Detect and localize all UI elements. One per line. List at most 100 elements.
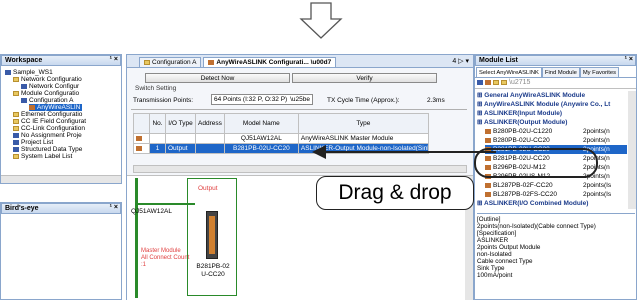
module-item[interactable]: BL287PB-02FS-CC20 2points(Is xyxy=(485,190,627,199)
module-icon xyxy=(485,128,491,134)
description-line: [Specification] xyxy=(477,230,517,237)
module-item-points: 2points(n xyxy=(583,128,610,135)
module-item[interactable]: BL287PB-02F-CC20 2points(Is xyxy=(485,181,627,190)
tab-my-favorites[interactable]: My Favorites xyxy=(579,67,620,77)
tab-nav-controls[interactable]: 4 ▷ ▾ xyxy=(452,57,469,65)
transmission-select[interactable]: 64 Points (I:32 P, O:32 P) \u25be xyxy=(211,94,313,105)
config-tab-icon xyxy=(144,59,150,65)
tree-item-module-config[interactable]: Module Configuratio xyxy=(13,90,79,97)
sort-icon[interactable] xyxy=(477,79,483,85)
expand-icon[interactable]: ⊞ xyxy=(477,110,484,117)
module-item-name: ASLINKER(I/O Combined Module) xyxy=(484,200,589,207)
description-line: non-Isolated xyxy=(477,251,512,258)
output-module-box[interactable]: Output B281PB-02 U-CC20 xyxy=(187,178,237,296)
description-line: 2points Output Module xyxy=(477,244,541,251)
workspace-hscrollbar[interactable] xyxy=(1,175,121,183)
col-no: No. xyxy=(149,113,166,134)
workspace-panel: Workspace ¹ × Sample_WS1 Network Configur… xyxy=(0,54,122,184)
module-item-name: BL287PB-02F-CC20 xyxy=(493,182,553,189)
tree-item-ethernet[interactable]: Ethernet Configuratio xyxy=(13,111,82,118)
collapse-icon[interactable] xyxy=(501,79,507,85)
tree-item-network-config-sub[interactable]: Network Configur xyxy=(21,83,79,90)
drag-arrow-icon xyxy=(312,145,496,159)
tree-item-ccie[interactable]: CC IE Field Configurat xyxy=(13,118,86,125)
description-line: 2points(non-Isolated)(Cable connect Type… xyxy=(477,223,596,230)
expand-icon[interactable] xyxy=(493,79,499,85)
birdseye-title: Bird's-eye xyxy=(5,205,39,212)
close-icon[interactable]: \u00d7 xyxy=(311,59,332,66)
switch-setting-label: Switch Setting xyxy=(135,85,177,92)
folder-icon xyxy=(13,111,19,117)
folder-icon xyxy=(13,118,19,124)
tab-find-module[interactable]: Find Module xyxy=(541,67,580,77)
tree-item-workspace[interactable]: Sample_WS1 xyxy=(5,69,53,76)
module-list-vscrollbar[interactable] xyxy=(628,91,636,209)
description-line: Cable connect Type xyxy=(477,258,533,265)
folder-icon xyxy=(13,153,19,159)
workspace-controls[interactable]: ¹ × xyxy=(110,55,118,65)
module-category[interactable]: ⊞ AnyWireASLINK Module (Anywire Co., Lt xyxy=(477,100,627,109)
tab-select-anywire[interactable]: Select AnyWireASLINK xyxy=(476,67,542,77)
bus-line xyxy=(135,203,195,205)
table-header: No. I/O Type Address Model Name Type xyxy=(133,113,429,134)
module-item[interactable]: B280PB-02U-C1220 2points(n xyxy=(485,127,627,136)
col-type: Type xyxy=(297,113,429,134)
master-module-icon xyxy=(136,135,142,141)
module-category[interactable]: ⊞ ASLINKER(Input Module) xyxy=(477,109,627,118)
transmission-label: Transmission Points: xyxy=(133,97,194,104)
tree-item-project-list[interactable]: Project List xyxy=(13,139,53,146)
selection-ring xyxy=(474,148,598,178)
tree-item-network-config[interactable]: Network Configuratio xyxy=(13,76,82,83)
tree-item-structured[interactable]: Structured Data Type xyxy=(13,146,82,153)
module-item-name: B280PB-02U-CC20 xyxy=(493,137,550,144)
col-io: I/O Type xyxy=(165,113,196,134)
unit-label: B281PB-02 U-CC20 xyxy=(196,263,230,278)
cycle-value: 2.3ms xyxy=(427,97,445,104)
tab-anywire[interactable]: AnyWireASLINK Configurati... \u00d7 xyxy=(203,57,337,67)
delete-icon[interactable]: \u2715 xyxy=(509,79,530,86)
birdseye-title-bar: Bird's-eye ¹ × xyxy=(1,203,121,214)
tab-config-a[interactable]: Configuration A xyxy=(139,57,202,67)
module-item[interactable]: B280PB-02U-CC20 2points(n xyxy=(485,136,627,145)
master-rail xyxy=(135,178,138,298)
expand-icon[interactable]: ⊞ xyxy=(477,119,484,126)
module-category[interactable]: ⊞ ASLINKER(I/O Combined Module) xyxy=(477,199,627,208)
module-list-controls[interactable]: ¹ × xyxy=(625,55,633,65)
birdseye-controls[interactable]: ¹ × xyxy=(110,203,118,213)
module-item-points: 2points(Is xyxy=(583,182,612,189)
expand-icon[interactable]: ⊞ xyxy=(477,101,484,108)
module-list-toolbar: \u2715 xyxy=(475,78,636,89)
tree-item-config-a[interactable]: Configuration A xyxy=(21,97,73,104)
output-module-icon xyxy=(136,145,142,151)
description-line: [Outline] xyxy=(477,216,501,223)
project-icon xyxy=(13,132,19,138)
tree-item-system-label[interactable]: System Label List xyxy=(13,153,72,160)
module-category[interactable]: ⊞ General AnyWireASLINK Module xyxy=(477,91,627,100)
workspace-icon xyxy=(5,69,11,75)
description-line: ASLINKER xyxy=(477,237,509,244)
module-category[interactable]: ⊞ ASLINKER(Output Module) xyxy=(477,118,627,127)
col-model: Model Name xyxy=(223,113,299,134)
verify-button[interactable]: Verify xyxy=(292,73,437,83)
module-icon xyxy=(485,182,491,188)
module-item-name: General AnyWireASLINK Module xyxy=(484,92,586,99)
module-icon xyxy=(29,104,35,110)
tree-item-anywire[interactable]: AnyWireASLIN xyxy=(29,104,83,111)
birdseye-panel: Bird's-eye ¹ × xyxy=(0,202,122,300)
cycle-label: TX Cycle Time (Approx.): xyxy=(327,97,400,104)
detect-now-button[interactable]: Detect Now xyxy=(145,73,290,83)
module-list-title: Module List xyxy=(479,57,518,64)
module-item-name: ASLINKER(Input Module) xyxy=(484,110,563,117)
module-list-title-bar: Module List ¹ × xyxy=(475,55,636,66)
tree-item-no-assign[interactable]: No Assignment Proje xyxy=(13,132,82,139)
list-icon xyxy=(13,139,19,145)
expand-icon[interactable]: ⊞ xyxy=(477,200,484,207)
module-item-name: ASLINKER(Output Module) xyxy=(484,119,568,126)
down-arrow-icon xyxy=(299,2,343,39)
filter-icon[interactable] xyxy=(485,79,491,85)
tree-item-cclink[interactable]: CC-Link Configuration xyxy=(13,125,85,132)
master-text: Master Module All Connect Count :1 xyxy=(141,248,190,268)
anywire-tab-icon xyxy=(208,59,215,65)
col-address: Address xyxy=(195,113,225,134)
module-description: [Outline] 2points(non-Isolated)(Cable con… xyxy=(477,213,635,299)
